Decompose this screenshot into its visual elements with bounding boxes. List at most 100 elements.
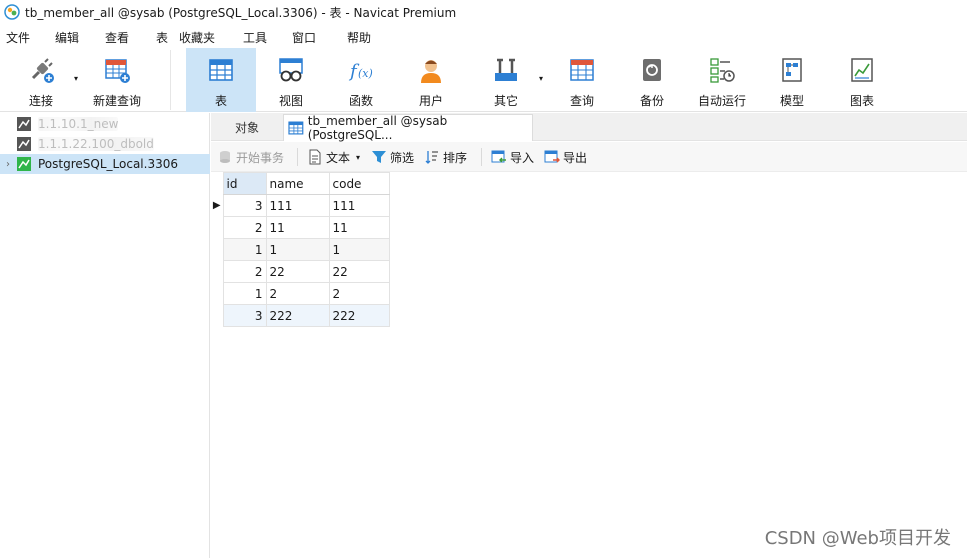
plug-icon: [31, 58, 54, 83]
table-row[interactable]: 3 222 222: [211, 304, 390, 327]
import-label: 导入: [510, 150, 535, 165]
function-button[interactable]: f (x) 函数: [326, 48, 396, 112]
sort-label: 排序: [443, 150, 468, 165]
connection-sidebar: 1.1.10.1_new 1.1.1.22.100_dbold › Postgr…: [0, 113, 210, 558]
column-header-code[interactable]: code: [328, 172, 390, 195]
document-icon: [309, 149, 321, 165]
cell-code[interactable]: 111: [328, 194, 390, 217]
row-header: [211, 260, 223, 283]
function-icon: f (x): [348, 61, 373, 82]
chevron-right-icon[interactable]: ›: [0, 159, 16, 170]
export-label: 导出: [563, 150, 588, 165]
sort-button[interactable]: 排序: [424, 148, 467, 166]
cell-code[interactable]: 1: [328, 238, 390, 261]
tab-table-data[interactable]: tb_member_all @sysab (PostgreSQL...: [283, 114, 533, 142]
row-header-corner: [211, 172, 223, 195]
cell-id[interactable]: 3: [222, 194, 267, 217]
cell-id[interactable]: 1: [222, 238, 267, 261]
menu-edit[interactable]: 编辑: [55, 29, 79, 46]
toolbar-separator: [481, 148, 482, 166]
menu-tools[interactable]: 工具: [243, 29, 267, 46]
automation-label: 自动运行: [697, 94, 746, 108]
mysql-connection-icon: [17, 117, 31, 131]
cell-name[interactable]: 1: [265, 238, 330, 261]
title-bar: tb_member_all @sysab (PostgreSQL_Local.3…: [0, 0, 967, 24]
cell-name[interactable]: 22: [265, 260, 330, 283]
begin-transaction-label: 开始事务: [236, 150, 285, 165]
filter-button[interactable]: 筛选: [371, 148, 414, 166]
table-row[interactable]: 2 22 22: [211, 260, 390, 283]
automation-button[interactable]: 自动运行: [687, 48, 757, 112]
text-button[interactable]: 文本 ▾: [307, 148, 360, 166]
watermark: CSDN @Web项目开发: [764, 528, 951, 549]
connect-dropdown-icon[interactable]: ▾: [74, 74, 78, 83]
new-query-icon: [105, 59, 130, 83]
other-dropdown-icon[interactable]: ▾: [539, 74, 543, 83]
connection-label: 1.1.1.22.100_dbold: [38, 137, 154, 151]
chart-button[interactable]: 图表: [827, 48, 897, 112]
table-row[interactable]: ▶ 3 111 111: [211, 194, 390, 217]
model-button[interactable]: 模型: [757, 48, 827, 112]
menu-table[interactable]: 表: [156, 29, 168, 46]
column-header-name[interactable]: name: [265, 172, 330, 195]
view-button[interactable]: 视图: [256, 48, 326, 112]
transaction-icon: [220, 151, 230, 163]
chart-label: 图表: [849, 94, 874, 108]
user-button[interactable]: 用户: [396, 48, 466, 112]
import-button[interactable]: 导入: [491, 148, 534, 166]
backup-button[interactable]: 备份: [617, 48, 687, 112]
current-row-arrow-icon: ▶: [211, 194, 223, 217]
cell-code[interactable]: 22: [328, 260, 390, 283]
toolbar-separator: [297, 148, 298, 166]
tab-objects[interactable]: 对象: [211, 114, 283, 141]
cell-name[interactable]: 2: [265, 282, 330, 305]
chevron-down-icon[interactable]: ▾: [356, 153, 360, 162]
cell-name[interactable]: 222: [265, 304, 330, 327]
export-button[interactable]: 导出: [544, 148, 587, 166]
menu-window[interactable]: 窗口: [292, 29, 316, 46]
query-button[interactable]: 查询: [547, 48, 617, 112]
menu-file[interactable]: 文件: [6, 29, 30, 46]
export-icon: [544, 150, 560, 163]
cell-id[interactable]: 1: [222, 282, 267, 305]
column-header-id[interactable]: id: [222, 172, 267, 195]
row-header: [211, 238, 223, 261]
grid-header-row: id name code: [211, 172, 390, 195]
import-icon: [491, 150, 506, 163]
cell-code[interactable]: 222: [328, 304, 390, 327]
begin-transaction-button[interactable]: 开始事务: [217, 148, 284, 166]
table-button[interactable]: 表: [186, 48, 256, 112]
connect-button[interactable]: 连接 ▾: [6, 48, 78, 112]
connection-item[interactable]: 1.1.10.1_new: [0, 114, 210, 134]
tools-icon: [495, 58, 517, 81]
cell-id[interactable]: 2: [222, 260, 267, 283]
menu-favorites[interactable]: 收藏夹: [179, 29, 215, 46]
table-row[interactable]: 1 2 2: [211, 282, 390, 305]
main-toolbar: 连接 ▾ 新建查询 表 视图 f (x) 函数 用户 其它 ▾ 查询 备份 自动…: [0, 48, 967, 112]
cell-code[interactable]: 2: [328, 282, 390, 305]
backup-icon: [643, 59, 661, 81]
chart-icon: [851, 58, 873, 82]
table-label: 表: [214, 94, 227, 108]
connection-item[interactable]: 1.1.1.22.100_dbold: [0, 134, 210, 154]
backup-label: 备份: [639, 94, 664, 108]
view-icon: [279, 58, 303, 82]
table-row[interactable]: 2 11 11: [211, 216, 390, 239]
other-button[interactable]: 其它 ▾: [471, 48, 543, 112]
cell-name[interactable]: 11: [265, 216, 330, 239]
connection-item-selected[interactable]: › PostgreSQL_Local.3306: [0, 154, 210, 174]
model-label: 模型: [779, 94, 804, 108]
new-query-button[interactable]: 新建查询: [82, 48, 152, 112]
cell-code[interactable]: 11: [328, 216, 390, 239]
tab-bar: 对象 tb_member_all @sysab (PostgreSQL...: [211, 113, 967, 142]
cell-name[interactable]: 111: [265, 194, 330, 217]
cell-id[interactable]: 2: [222, 216, 267, 239]
menu-help[interactable]: 帮助: [347, 29, 371, 46]
data-toolbar: 开始事务 文本 ▾ 筛选 排序 导入 导出: [211, 142, 967, 172]
cell-id[interactable]: 3: [222, 304, 267, 327]
menu-view[interactable]: 查看: [105, 29, 129, 46]
user-icon: [421, 60, 441, 83]
table-row[interactable]: 1 1 1: [211, 238, 390, 261]
query-label: 查询: [569, 94, 594, 108]
mysql-connection-icon: [17, 137, 31, 151]
